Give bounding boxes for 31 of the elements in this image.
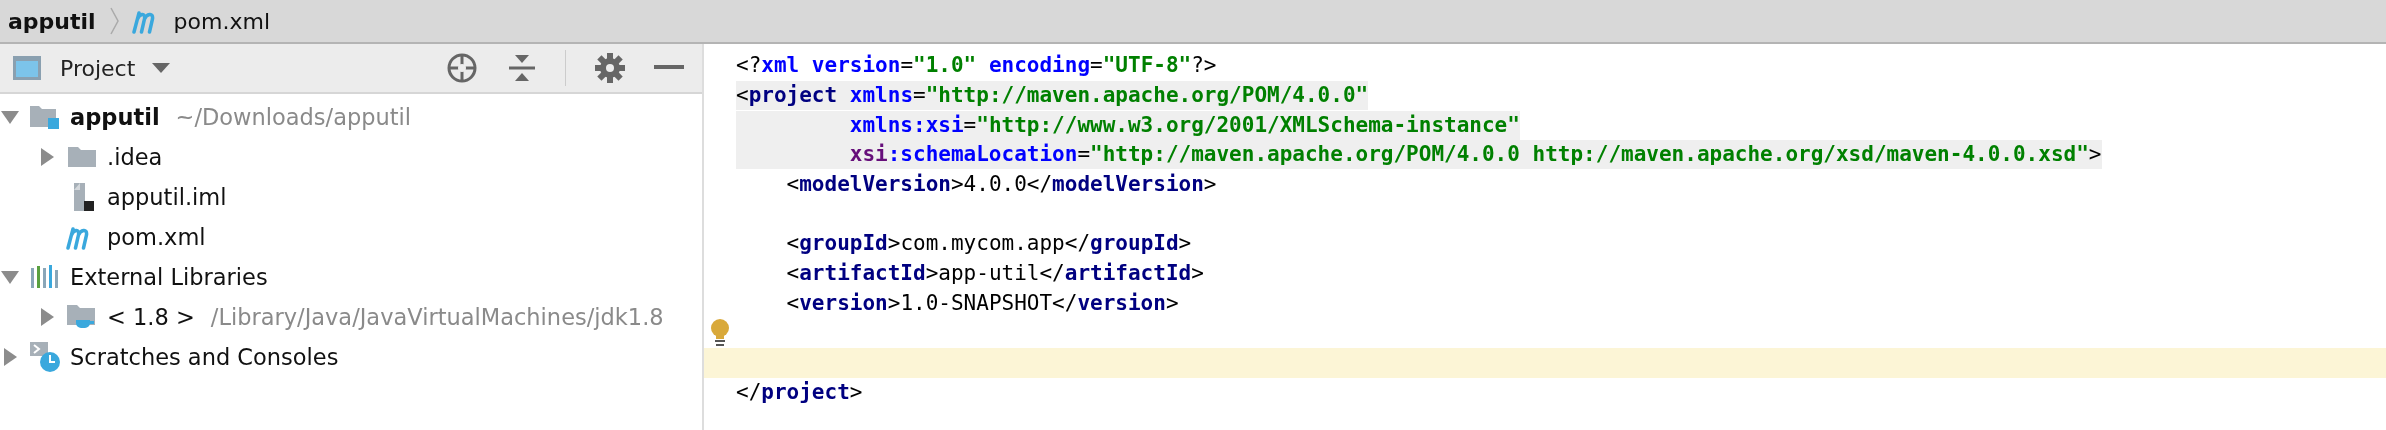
breadcrumb-item[interactable]: pom.xml [171, 8, 273, 34]
tree-item[interactable]: pom.xml [107, 224, 206, 250]
tree-item[interactable]: apputil [70, 104, 160, 130]
module-folder-icon [29, 103, 61, 131]
minimize-icon[interactable] [654, 65, 684, 71]
collapse-all-icon[interactable] [507, 53, 537, 83]
code-line: <modelVersion>4.0.0</modelVersion> [785, 171, 1217, 199]
target-icon[interactable] [445, 51, 479, 85]
path-text: /Library/Java/JavaVirtualMachines/jdk1.8 [210, 304, 664, 330]
lightbulb-icon[interactable] [709, 318, 731, 349]
code-line: <?xml version="1.0" encoding="UTF-8"?> [736, 52, 1217, 80]
folder-cup-icon [66, 303, 98, 331]
tree-item[interactable]: External Libraries [70, 264, 268, 290]
window-icon [12, 55, 42, 81]
path-text: ~/Downloads/apputil [175, 104, 412, 130]
chevron-separator-icon [109, 6, 120, 36]
folder-icon [67, 145, 97, 169]
caret-icon [151, 62, 172, 74]
breadcrumb-item[interactable]: apputil [6, 8, 98, 34]
libraries-icon [30, 264, 60, 290]
code-line: <groupId>com.mycom.app</groupId> [785, 230, 1192, 258]
settings-icon[interactable] [594, 52, 626, 84]
code-line: </project> [736, 378, 863, 406]
tree-item[interactable]: < 1.8 > [107, 304, 195, 330]
code-line: <artifactId>app-util</artifactId> [785, 260, 1204, 288]
tree-item[interactable]: apputil.iml [107, 184, 227, 210]
scratches-icon [29, 341, 61, 373]
view-dropdown[interactable]: Project [56, 55, 176, 81]
code-line: <version>1.0-SNAPSHOT</version> [785, 289, 1179, 317]
tree-item[interactable]: .idea [107, 144, 163, 170]
tree-item[interactable]: Scratches and Consoles [70, 344, 339, 370]
